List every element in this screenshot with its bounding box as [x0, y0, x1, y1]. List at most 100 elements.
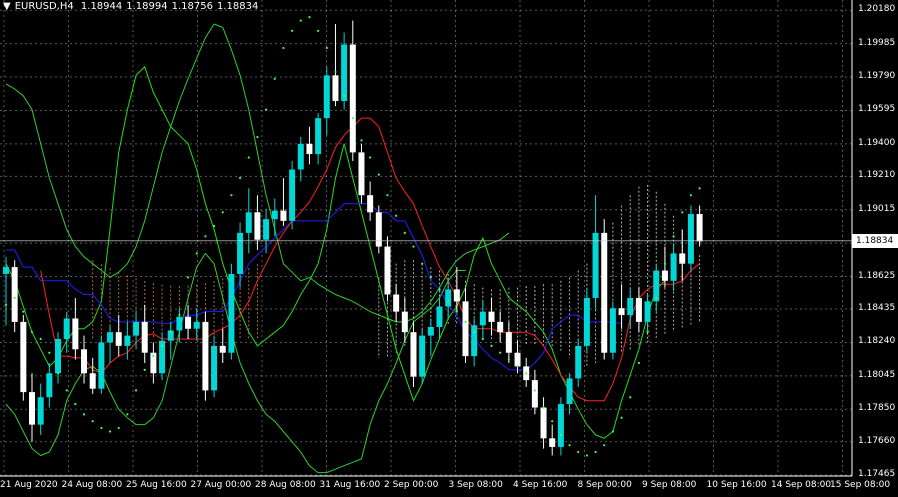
sar-dot	[212, 224, 216, 228]
price-tick-label: 1.17660	[858, 435, 896, 446]
price-tick-label: 1.17850	[858, 403, 896, 414]
bull-candle	[98, 342, 105, 389]
sar-dot	[594, 450, 597, 454]
sar-dot	[238, 176, 242, 180]
sar-dot	[663, 262, 667, 265]
bear-candle	[20, 321, 27, 393]
bear-candle	[618, 308, 625, 316]
bull-candle	[471, 325, 478, 357]
bull-candle	[176, 316, 183, 331]
sar-dot	[377, 173, 380, 176]
price-tick-label: 1.19210	[858, 170, 896, 181]
bull-candle	[670, 253, 677, 281]
bull-candle	[193, 321, 200, 329]
bear-candle	[453, 289, 460, 302]
bear-candle	[89, 373, 96, 389]
bear-candle	[367, 195, 374, 213]
sar-dot	[30, 331, 34, 334]
bear-candle	[393, 294, 400, 312]
sar-dot	[74, 402, 77, 406]
sar-dot	[56, 372, 60, 375]
bear-candle	[29, 392, 36, 425]
price-tick-label: 1.19985	[858, 37, 896, 48]
sar-dot	[395, 214, 398, 217]
sar-dot	[82, 413, 86, 416]
sar-dot	[134, 389, 138, 392]
bear-candle	[358, 152, 365, 196]
bear-candle	[349, 44, 356, 153]
sar-dot	[655, 296, 658, 300]
sar-dot	[429, 276, 432, 279]
sar-dot	[585, 454, 588, 457]
sar-dot	[473, 331, 476, 334]
bull-candle	[575, 345, 582, 379]
bear-candle	[202, 321, 209, 391]
bull-candle	[609, 308, 616, 353]
sar-dot	[611, 430, 615, 433]
sar-dot	[620, 416, 623, 419]
sar-dot	[542, 406, 545, 409]
quote-low: 1.18756	[171, 1, 213, 12]
sar-dot	[672, 235, 675, 238]
price-tick-label: 1.19400	[858, 137, 896, 148]
time-tick-label: 3 Sep 08:00	[448, 480, 503, 490]
dropdown-icon[interactable]: ▼	[3, 1, 11, 12]
bull-candle	[46, 373, 53, 398]
bull-candle	[107, 332, 114, 343]
bull-candle	[644, 301, 651, 322]
sar-dot	[299, 19, 302, 22]
time-tick-label: 4 Sep 16:00	[513, 480, 568, 490]
price-tick-label: 1.19015	[858, 203, 896, 214]
sar-dot	[221, 211, 224, 214]
sar-dot	[169, 331, 172, 334]
price-tick-label: 1.20180	[858, 4, 896, 15]
time-tick-label: 28 Aug 08:00	[255, 480, 316, 490]
bull-candle	[228, 273, 235, 353]
symbol-name: EURUSD,H4	[14, 1, 74, 12]
bear-candle	[601, 232, 608, 353]
time-tick-label: 21 Aug 2020	[0, 480, 58, 490]
sar-dot	[438, 288, 441, 291]
sar-dot	[499, 351, 502, 354]
bear-candle	[280, 210, 287, 221]
sar-dot	[629, 396, 632, 399]
bull-candle	[479, 311, 486, 326]
sar-dot	[455, 310, 458, 313]
tenkan-sen-line	[40, 117, 700, 402]
chart-window[interactable]: ▼ EURUSD,H4 1.18944 1.18994 1.18756 1.18834 …	[0, 0, 898, 497]
time-tick-label: 24 Aug 08:00	[61, 480, 123, 490]
price-tick-label: 1.19790	[858, 71, 896, 82]
price-tick-label: 1.17465	[858, 469, 896, 480]
sar-dot	[256, 135, 259, 139]
bull-candle	[341, 44, 348, 102]
sar-dot	[681, 211, 684, 214]
sar-dot	[343, 94, 346, 97]
price-chart-plot[interactable]	[0, 0, 898, 497]
bull-candle	[289, 169, 296, 221]
bear-candle	[254, 212, 261, 240]
bull-candle	[133, 321, 140, 336]
bear-candle	[11, 267, 18, 322]
bear-candle	[332, 75, 339, 102]
bear-candle	[115, 332, 122, 346]
sar-dot	[22, 310, 25, 313]
bear-candle	[81, 349, 88, 374]
sar-dot	[551, 420, 554, 423]
sar-dot	[490, 344, 493, 347]
sar-dot	[152, 355, 155, 358]
sar-dot	[291, 29, 294, 32]
bull-candle	[445, 289, 452, 307]
sar-dot	[39, 337, 42, 341]
sar-dot	[247, 156, 250, 159]
sar-dot	[577, 450, 580, 454]
sar-dot	[464, 320, 467, 323]
sar-dot	[308, 16, 311, 19]
bear-candle	[401, 311, 408, 333]
sar-dot	[230, 194, 233, 197]
price-tick-label: 1.18240	[858, 336, 896, 347]
bull-candle	[323, 75, 330, 119]
sar-dot	[559, 433, 562, 437]
time-tick-label: 27 Aug 00:00	[190, 480, 252, 490]
bear-candle	[549, 438, 556, 447]
time-tick-label: 10 Sep 16:00	[706, 480, 767, 490]
